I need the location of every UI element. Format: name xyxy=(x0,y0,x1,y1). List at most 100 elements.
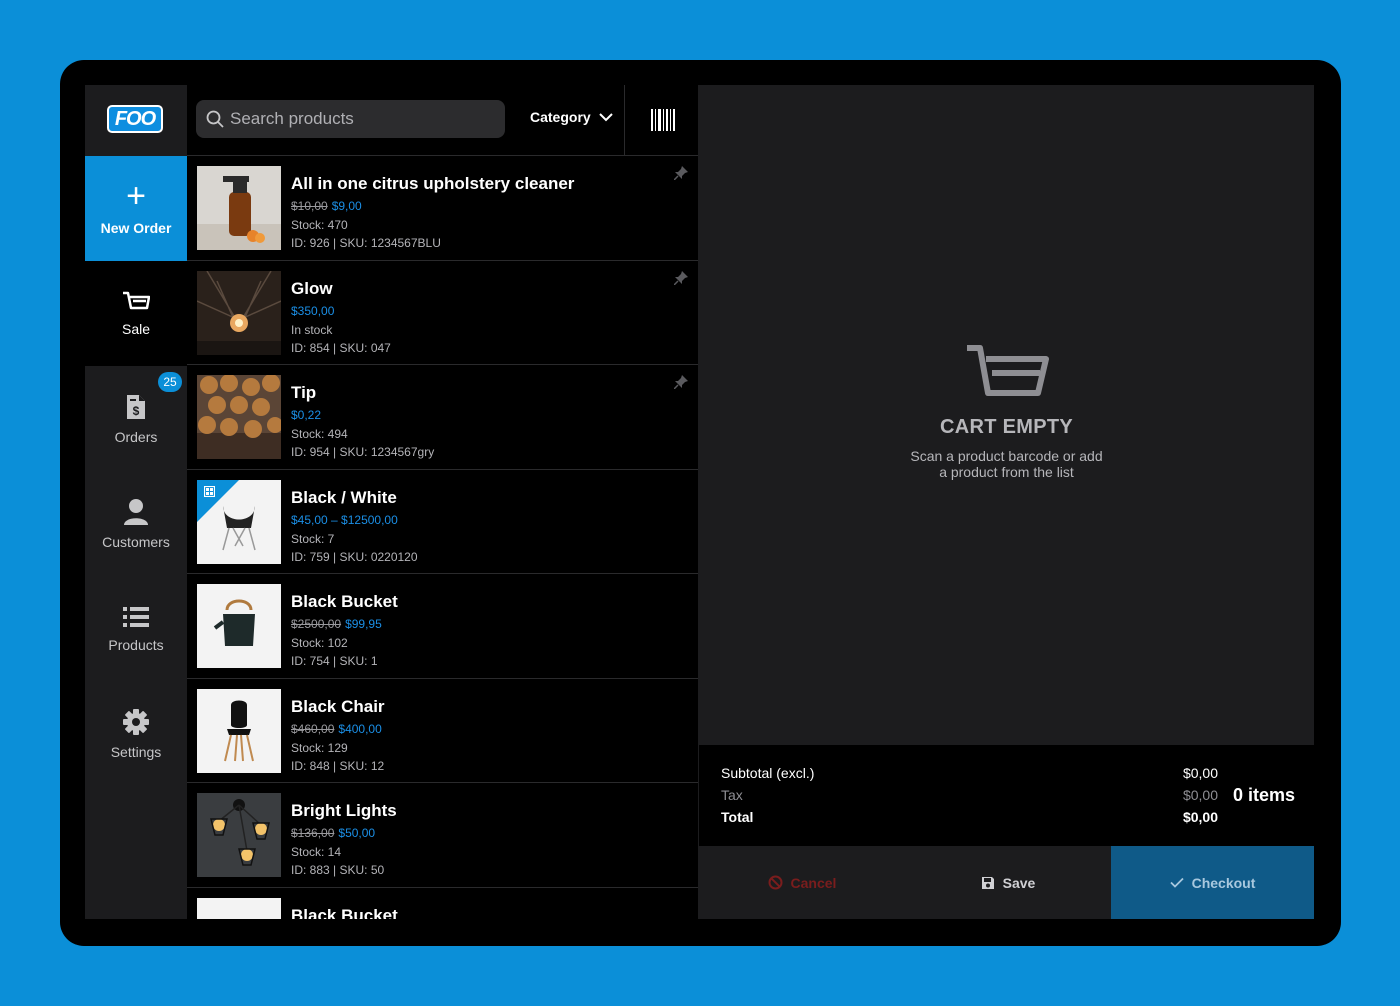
ban-icon xyxy=(768,875,783,890)
product-old-price: $2500,00 xyxy=(291,617,342,631)
product-row[interactable]: All in one citrus upholstery cleaner $10… xyxy=(187,156,698,261)
total-label: Total xyxy=(721,809,754,825)
new-order-button[interactable]: + New Order xyxy=(85,156,187,261)
product-image-black-white xyxy=(197,479,281,564)
product-sale-price: $45,00 – $12500,00 xyxy=(291,512,398,527)
cart-empty-hint: Scan a product barcode or add a product … xyxy=(699,448,1314,480)
product-price: $10,00 $9,00 xyxy=(291,199,362,213)
subtotal-value: $0,00 xyxy=(1182,765,1218,781)
product-stock: Stock: 102 xyxy=(291,636,348,650)
app-logo: FOO xyxy=(107,105,163,133)
product-ids: ID: 883 | SKU: 50 xyxy=(291,863,385,877)
total-value: $0,00 xyxy=(1182,809,1218,825)
sidebar: FOO + New Order Sale 25 $ Orders Custome… xyxy=(85,85,187,919)
product-sale-price: $0,22 xyxy=(291,408,322,422)
app-screen: FOO + New Order Sale 25 $ Orders Custome… xyxy=(85,85,1314,919)
toolbar-divider xyxy=(624,85,625,156)
product-sale-price: $400,00 xyxy=(338,721,382,736)
product-ids: ID: 759 | SKU: 0220120 xyxy=(291,549,418,564)
product-stock: Stock: 14 xyxy=(291,845,342,859)
product-old-price: $136,00 xyxy=(291,826,335,840)
invoice-icon: $ xyxy=(127,394,145,419)
product-name: Tip xyxy=(291,383,317,402)
product-old-price: $10,00 xyxy=(291,199,328,213)
product-name: Bright Lights xyxy=(291,801,397,820)
subtotal-row: Subtotal (excl.) $0,00 xyxy=(721,765,1218,781)
nav-label-sale: Sale xyxy=(121,320,151,337)
product-ids: ID: 926 | SKU: 1234567BLU xyxy=(291,236,441,250)
cancel-button[interactable]: Cancel xyxy=(699,846,905,919)
product-row[interactable]: Bright Lights $136,00 $50,00 Stock: 14 ID… xyxy=(187,783,698,888)
nav-item-sale[interactable]: Sale xyxy=(85,261,187,366)
total-row: Total $0,00 xyxy=(721,809,1218,825)
search-input[interactable] xyxy=(230,109,490,129)
pin-icon[interactable] xyxy=(674,375,688,389)
pin-icon[interactable] xyxy=(674,270,688,285)
product-ids: ID: 848 | SKU: 12 xyxy=(291,758,385,773)
tax-row: Tax $0,00 xyxy=(721,787,1218,803)
cart-items-count: 0 items xyxy=(1233,785,1296,805)
product-panel: Category xyxy=(187,85,698,919)
product-stock: In stock xyxy=(291,322,333,337)
cart-empty-hint-line1: Scan a product barcode or add xyxy=(910,448,1103,464)
product-row[interactable]: Black Bucket $2500,00 $99,95 Stock: 102 I… xyxy=(187,574,698,679)
product-sale-price: $9,00 xyxy=(331,199,362,213)
product-image-black-chair xyxy=(197,688,281,773)
category-label: Category xyxy=(530,109,591,125)
product-ids: ID: 754 | SKU: 1 xyxy=(291,654,378,668)
cart-empty-hint-line2: a product from the list xyxy=(939,464,1074,480)
product-image-black-bucket xyxy=(197,584,281,668)
empty-cart-icon xyxy=(966,345,1049,396)
cart-actions: Cancel Save Checkout xyxy=(699,846,1314,919)
nav-item-customers[interactable]: Customers xyxy=(85,471,187,576)
product-stock: Stock: 129 xyxy=(291,740,348,755)
search-icon xyxy=(206,110,224,128)
barcode-icon[interactable] xyxy=(651,109,675,131)
product-image-cleaner xyxy=(197,166,281,250)
nav-item-products[interactable]: Products xyxy=(85,576,187,681)
subtotal-label: Subtotal (excl.) xyxy=(721,765,815,781)
product-name: Black Bucket xyxy=(291,905,398,920)
product-sale-price: $350,00 xyxy=(291,303,335,318)
product-ids: ID: 954 | SKU: 1234567gry xyxy=(291,445,435,459)
product-row[interactable]: Black Bucket xyxy=(187,888,698,920)
tax-value: $0,00 xyxy=(1182,787,1218,803)
product-price: $136,00 $50,00 xyxy=(291,826,375,840)
product-price: $45,00 – $12500,00 xyxy=(291,513,398,527)
product-row[interactable]: Tip $0,22 Stock: 494 ID: 954 | SKU: 1234… xyxy=(187,365,698,470)
cart-totals: Subtotal (excl.) $0,00 Tax $0,00 Total $… xyxy=(699,745,1314,846)
product-sale-price: $99,95 xyxy=(345,617,382,631)
product-row[interactable]: Glow $350,00 In stock ID: 854 | SKU: 047 xyxy=(187,261,698,365)
product-ids: ID: 854 | SKU: 047 xyxy=(291,340,391,355)
product-name: All in one citrus upholstery cleaner xyxy=(291,174,575,193)
product-price: $2500,00 $99,95 xyxy=(291,617,382,631)
product-price: $460,00 $400,00 xyxy=(291,722,382,736)
nav-label-settings: Settings xyxy=(110,743,162,760)
save-button[interactable]: Save xyxy=(905,846,1111,919)
floppy-disk-icon xyxy=(981,876,994,889)
nav-label-products: Products xyxy=(108,636,164,653)
product-row[interactable]: Black / White $45,00 – $12500,00 Stock: … xyxy=(187,470,698,574)
plus-icon: + xyxy=(126,176,146,215)
checkout-button[interactable]: Checkout xyxy=(1111,846,1314,919)
product-price: $0,22 xyxy=(291,408,321,422)
cancel-label: Cancel xyxy=(790,874,837,891)
nav-item-settings[interactable]: Settings xyxy=(85,681,187,786)
chevron-down-icon xyxy=(598,112,613,121)
list-icon xyxy=(123,606,149,627)
search-box[interactable] xyxy=(196,100,505,138)
nav-item-orders[interactable]: 25 $ Orders xyxy=(85,366,187,471)
product-old-price: $460,00 xyxy=(291,721,335,736)
orders-count-badge: 25 xyxy=(158,372,182,392)
svg-text:$: $ xyxy=(133,404,140,418)
category-dropdown[interactable]: Category xyxy=(530,109,613,125)
product-name: Black Chair xyxy=(291,696,385,716)
cart-icon xyxy=(123,291,150,309)
nav-label-orders: Orders xyxy=(114,428,158,445)
product-row[interactable]: Black Chair $460,00 $400,00 Stock: 129 ID… xyxy=(187,679,698,783)
user-icon xyxy=(124,498,148,525)
pin-icon[interactable] xyxy=(674,166,688,180)
cart-panel: CART EMPTY Scan a product barcode or add… xyxy=(699,85,1314,919)
product-name: Glow xyxy=(291,278,333,298)
checkmark-icon xyxy=(1169,877,1184,888)
